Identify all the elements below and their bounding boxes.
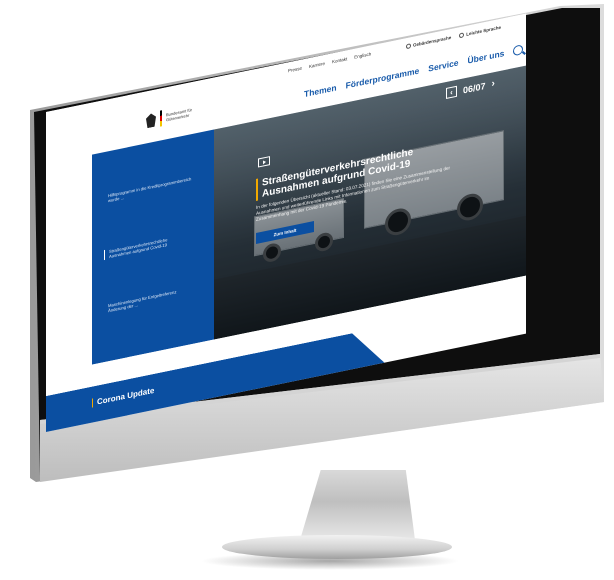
search-icon[interactable] [513,44,524,57]
nav-foerderprogramme[interactable]: Förderprogramme [346,65,420,90]
easy-language-icon [459,32,465,39]
flag-stripe [160,110,162,127]
sidebar-item-hilfsprogramm[interactable]: Hilfsprogramm in die Kreditprogrammberei… [108,176,194,204]
util-link-kontakt[interactable]: Kontakt [332,56,347,64]
util-link-englisch[interactable]: Englisch [354,51,371,59]
sidebar-item-ausnahmen[interactable]: Straßengüterverkehrsrechtliche Ausnahmen… [104,232,190,261]
gebaerdensprache-link[interactable]: Gebärdensprache [406,34,452,50]
util-link-presse[interactable]: Presse [288,66,302,74]
logo-text: Bundesamt für Güterverkehr [166,107,193,123]
nav-themen[interactable]: Themen [304,82,337,99]
leichte-sprache-link[interactable]: Leichte Sprache [459,25,501,39]
eagle-icon [146,112,156,128]
gebaerdensprache-label: Gebärdensprache [413,34,452,48]
monitor: Bundesamt für Güterverkehr Presse Karrie… [0,0,614,520]
nav-ueber-uns[interactable]: Über uns [468,48,505,66]
chevron-right-icon[interactable]: › [492,78,495,90]
util-link-karriere[interactable]: Karriere [309,61,325,69]
chevron-left-icon[interactable]: ‹ [446,85,457,99]
monitor-stand-base [222,535,452,559]
sidebar-item-maschinenlegung[interactable]: Maschinenlegung für Entgeltreferenz Ände… [108,286,194,314]
leichte-sprache-label: Leichte Sprache [466,24,502,37]
site-logo[interactable]: Bundesamt für Güterverkehr [146,97,206,133]
teaser-sidebar: Hilfsprogramm in die Kreditprogrammberei… [92,129,214,365]
sign-language-icon [406,43,411,50]
nav-service[interactable]: Service [428,57,458,73]
